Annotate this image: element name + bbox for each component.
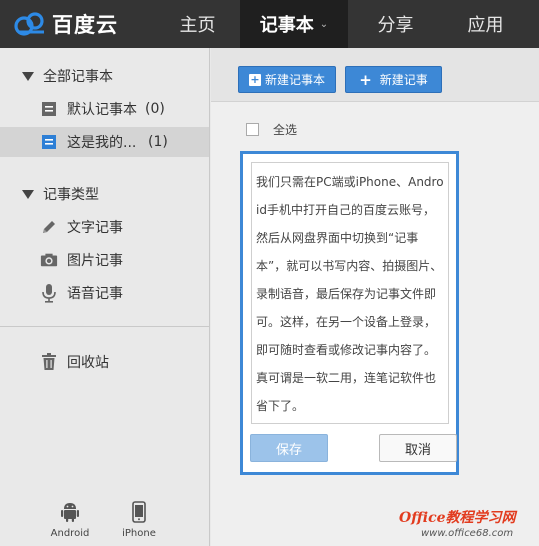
android-label: Android (50, 528, 90, 539)
iphone-icon (109, 500, 169, 524)
logo-text: 百度云 (52, 13, 118, 37)
notebook-icon (40, 133, 58, 151)
new-note-label: 新建记事 (379, 73, 428, 87)
select-all[interactable]: 全选 (246, 121, 297, 138)
sidebar-item-label: 文字记事 (67, 220, 123, 236)
note-editor-card: 我们只需在PC端或iPhone、Android手机中打开自己的百度云账号，然后从… (240, 151, 459, 475)
expand-triangle-icon (22, 189, 34, 199)
sidebar-item-label: 语音记事 (67, 286, 123, 302)
watermark-title: Office教程学习网 (399, 510, 516, 526)
cancel-button[interactable]: 取消 (379, 434, 457, 462)
new-notebook-button[interactable]: + 新建记事本 (238, 66, 336, 93)
android-icon (40, 500, 100, 524)
android-download[interactable]: Android (40, 500, 100, 539)
iphone-label: iPhone (122, 528, 156, 539)
nav-share[interactable]: 分享 (348, 0, 443, 48)
new-note-button[interactable]: + 新建记事 (345, 66, 442, 93)
select-all-label: 全选 (273, 123, 298, 137)
sidebar-item-voice-notes[interactable]: 语音记事 (0, 278, 209, 308)
sidebar-divider (0, 326, 209, 327)
chevron-down-icon: ⌄ (319, 18, 329, 30)
notebook-count: (0) (145, 101, 165, 117)
plus-box-icon: + (248, 72, 261, 86)
sidebar-item-label: 这是我的... (67, 135, 137, 151)
nav-home-label: 主页 (179, 15, 216, 36)
trash-icon (40, 353, 58, 371)
note-content-textarea[interactable]: 我们只需在PC端或iPhone、Android手机中打开自己的百度云账号，然后从… (251, 162, 449, 424)
notebook-count: (1) (148, 134, 168, 150)
nav-apps-label: 应用 (467, 15, 504, 36)
sidebar: 全部记事本 默认记事本 (0) 这是我的... (1) 记事类型 文字记事 图片… (0, 48, 210, 546)
sidebar-item-my-notebook[interactable]: 这是我的... (1) (0, 127, 209, 157)
pencil-icon (40, 218, 58, 236)
sidebar-item-label: 默认记事本 (67, 102, 137, 118)
notebook-icon (40, 100, 58, 118)
select-all-checkbox[interactable] (246, 123, 259, 136)
sidebar-item-default-notebook[interactable]: 默认记事本 (0) (0, 94, 209, 124)
toolbar: + 新建记事本 + 新建记事 (211, 48, 539, 102)
sidebar-item-trash[interactable]: 回收站 (0, 347, 209, 377)
iphone-download[interactable]: iPhone (109, 500, 169, 539)
nav-home[interactable]: 主页 (155, 0, 240, 48)
sidebar-item-label: 回收站 (67, 355, 109, 371)
all-notebooks-heading[interactable]: 全部记事本 (22, 66, 113, 86)
all-notebooks-label: 全部记事本 (43, 69, 113, 85)
site-watermark: Office教程学习网 www.office68.com (399, 507, 533, 543)
plus-icon: + (359, 70, 372, 89)
note-types-heading[interactable]: 记事类型 (22, 184, 99, 204)
nav-apps[interactable]: 应用 (443, 0, 528, 48)
sidebar-item-text-notes[interactable]: 文字记事 (0, 212, 209, 242)
sidebar-item-label: 图片记事 (67, 253, 123, 269)
microphone-icon (40, 284, 58, 303)
main-panel: + 新建记事本 + 新建记事 全选 我们只需在PC端或iPhone、Androi… (211, 48, 539, 546)
nav-notebook-label: 记事本 (259, 15, 314, 36)
nav-notebook[interactable]: 记事本 ⌄ (240, 0, 348, 48)
save-button[interactable]: 保存 (250, 434, 328, 462)
sidebar-item-image-notes[interactable]: 图片记事 (0, 245, 209, 275)
cloud-logo-icon (14, 12, 44, 36)
new-notebook-label: 新建记事本 (264, 73, 325, 87)
baidu-cloud-logo[interactable]: 百度云 (10, 9, 118, 39)
expand-triangle-icon (22, 71, 34, 81)
note-types-label: 记事类型 (43, 187, 99, 203)
top-nav-bar: 百度云 主页 记事本 ⌄ 分享 应用 (0, 0, 539, 48)
camera-icon (40, 251, 58, 269)
watermark-url: www.office68.com (421, 528, 514, 539)
nav-share-label: 分享 (377, 15, 414, 36)
